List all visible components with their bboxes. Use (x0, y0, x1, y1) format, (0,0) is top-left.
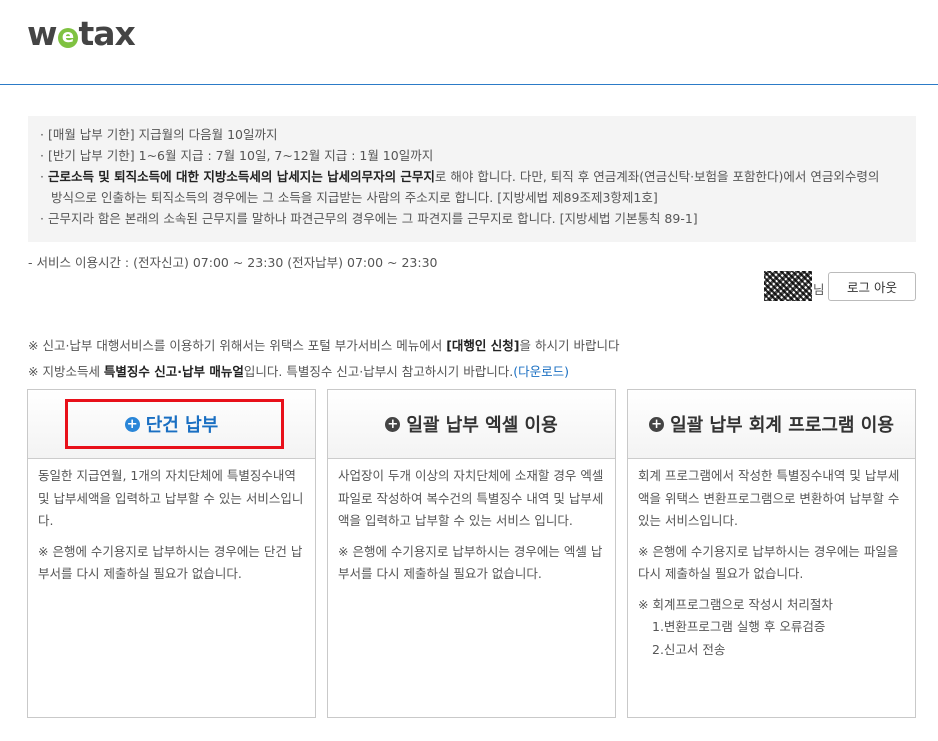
card-single-payment: + 단건 납부 동일한 지급연월, 1개의 자치단체에 특별징수내역 및 납부세액… (27, 389, 316, 718)
procedure-step: 1.변환프로그램 실행 후 오류검증 (652, 619, 826, 634)
card-description: 동일한 지급연월, 1개의 자치단체에 특별징수내역 및 납부세액을 입력하고 … (38, 468, 304, 528)
notice-line: 방식으로 인출하는 퇴직소득의 경우에는 그 소득을 지급받는 사람의 주소지로… (51, 190, 658, 205)
notice-box: · [매월 납부 기한] 지급월의 다음월 10일까지 · [반기 납부 기한]… (28, 116, 916, 242)
card-title: 단건 납부 (145, 415, 219, 436)
bulk-accounting-button[interactable]: + 일괄 납부 회계 프로그램 이용 (628, 390, 915, 459)
note-bold: 특별징수 신고·납부 매뉴얼 (103, 364, 244, 379)
note-text: ※ 지방소득세 (28, 364, 104, 379)
card-bulk-accounting: + 일괄 납부 회계 프로그램 이용 회계 프로그램에서 작성한 특별징수내역 및… (627, 389, 916, 718)
logout-button[interactable]: 로그 아웃 (828, 272, 916, 301)
logo-text-tax: tax (78, 14, 136, 53)
card-note: ※ 은행에 수기용지로 납부하시는 경우에는 파일을 다시 제출하실 필요가 없… (638, 543, 899, 582)
notice-line: · [매월 납부 기한] 지급월의 다음월 10일까지 (40, 127, 278, 142)
card-title: 일괄 납부 회계 프로그램 이용 (670, 415, 894, 436)
notice-line: · [반기 납부 기한] 1~6월 지급 : 7월 10일, 7~12월 지급 … (40, 148, 434, 163)
service-hours: - 서비스 이용시간 : (전자신고) 07:00 ~ 23:30 (전자납부)… (28, 255, 438, 270)
card-description: 회계 프로그램에서 작성한 특별징수내역 및 납부세액을 위택스 변환프로그램으… (638, 468, 900, 528)
user-suffix: 님 (813, 282, 825, 297)
manual-notice: ※ 지방소득세 특별징수 신고·납부 매뉴얼입니다. 특별징수 신고·납부시 참… (28, 361, 569, 380)
card-description: 사업장이 두개 이상의 자치단체에 소재할 경우 엑셀파일로 작성하여 복수건의… (338, 468, 604, 528)
note-text: ※ 신고·납부 대행서비스를 이용하기 위해서는 위택스 포털 부가서비스 메뉴… (28, 338, 447, 353)
notice-bold-text: 근로소득 및 퇴직소득에 대한 지방소득세의 납세지는 납세의무자의 근무지 (47, 169, 435, 184)
card-body: 동일한 지급연월, 1개의 자치단체에 특별징수내역 및 납부세액을 입력하고 … (28, 459, 315, 586)
plus-circle-icon: + (124, 416, 140, 432)
card-note-title: ※ 회계프로그램으로 작성시 처리절차 (638, 596, 833, 612)
plus-circle-icon: + (649, 416, 665, 432)
bulk-excel-button[interactable]: + 일괄 납부 엑셀 이용 (328, 390, 615, 459)
notice-line: · 근로소득 및 퇴직소득에 대한 지방소득세의 납세지는 납세의무자의 근무지… (40, 166, 906, 187)
note-bold: [대행인 신청] (446, 338, 520, 353)
wetax-logo[interactable]: w e tax (27, 14, 136, 53)
plus-circle-icon: + (385, 416, 401, 432)
card-bulk-excel: + 일괄 납부 엑셀 이용 사업장이 두개 이상의 자치단체에 소재할 경우 엑셀… (327, 389, 616, 718)
card-title: 일괄 납부 엑셀 이용 (406, 415, 558, 436)
logo-e-icon: e (57, 28, 78, 48)
card-note: ※ 은행에 수기용지로 납부하시는 경우에는 엑셀 납부서를 다시 제출하실 필… (338, 543, 603, 582)
card-body: 사업장이 두개 이상의 자치단체에 소재할 경우 엑셀파일로 작성하여 복수건의… (328, 459, 615, 586)
procedure-step: 2.신고서 전송 (652, 641, 726, 657)
agent-notice: ※ 신고·납부 대행서비스를 이용하기 위해서는 위택스 포털 부가서비스 메뉴… (28, 335, 619, 354)
notice-bullet: · (40, 169, 48, 184)
note-text: 을 하시기 바랍니다 (519, 338, 620, 353)
download-link[interactable]: (다운로드) (513, 364, 569, 379)
note-text: 입니다. 특별징수 신고·납부시 참고하시기 바랍니다. (243, 364, 514, 379)
card-body: 회계 프로그램에서 작성한 특별징수내역 및 납부세액을 위택스 변환프로그램으… (628, 459, 915, 661)
card-note: ※ 은행에 수기용지로 납부하시는 경우에는 단건 납부서를 다시 제출하실 필… (38, 543, 303, 582)
user-name-masked (764, 271, 812, 301)
logo-text-w: w (27, 14, 57, 53)
notice-text: 로 해야 합니다. 다만, 퇴직 후 연금계좌(연금신탁·보험을 포함한다)에서… (434, 169, 880, 184)
notice-line: · 근무지라 함은 본래의 소속된 근무지를 말하나 파견근무의 경우에는 그 … (40, 211, 698, 226)
single-payment-button[interactable]: + 단건 납부 (28, 390, 315, 459)
header: w e tax (0, 0, 938, 85)
